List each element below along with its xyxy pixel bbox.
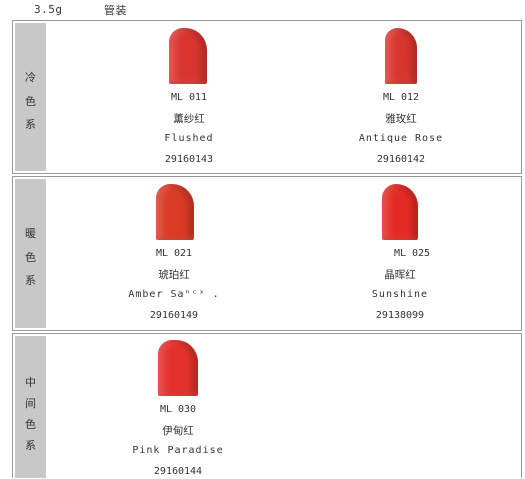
header-row: 3.5g 管装	[0, 0, 525, 20]
section-warm-tones: 暖 色 系 ML 021 琥珀红 Amber Saⁿᶜˣ . 29160149 …	[12, 176, 522, 331]
product-item: ML 021 琥珀红 Amber Saⁿᶜˣ . 29160149	[114, 177, 234, 327]
product-item: ML 025 晶晖红 Sunshine 29138099	[340, 177, 460, 327]
product-sku: 29160144	[153, 466, 203, 477]
product-name-en: Flushed	[164, 133, 214, 144]
product-item: ML 030 伊甸红 Pink Paradise 29160144	[118, 334, 238, 479]
section-side-label: 冷 色 系	[15, 23, 46, 171]
product-sku: 29138099	[375, 310, 425, 321]
side-label-char: 色	[25, 418, 36, 431]
product-item: ML 011 薰纱红 Flushed 29160143	[129, 21, 249, 171]
product-name-cn: 伊甸红	[162, 425, 194, 437]
lipstick-swatch-icon	[156, 184, 194, 240]
side-label-char: 系	[25, 118, 36, 131]
product-name-en: Sunshine	[371, 289, 429, 300]
lipstick-swatch-icon	[382, 184, 418, 240]
packaging-text: 管装	[104, 4, 127, 17]
side-label-char: 冷	[25, 71, 36, 84]
product-name-en: Pink Paradise	[132, 445, 224, 456]
side-label-char: 色	[25, 251, 36, 264]
side-label-char: 系	[25, 274, 36, 287]
product-name-cn: 晶晖红	[384, 269, 416, 281]
product-name-cn: 雅玫红	[385, 113, 417, 125]
section-side-label: 中 间 色 系	[15, 336, 46, 478]
product-sku: 29160143	[164, 154, 214, 165]
lipstick-swatch-icon	[385, 28, 417, 84]
side-label-char: 暖	[25, 227, 36, 240]
product-name-en: Amber Saⁿᶜˣ .	[128, 289, 220, 300]
product-item: ML 012 雅玫红 Antique Rose 29160142	[341, 21, 461, 171]
product-code: ML 012	[382, 92, 420, 103]
product-code: ML 030	[159, 404, 197, 415]
lipstick-swatch-icon	[169, 28, 207, 84]
side-label-char: 色	[25, 95, 36, 108]
section-side-label: 暖 色 系	[15, 179, 46, 328]
product-name-cn: 琥珀红	[158, 269, 190, 281]
section-neutral-tones: 中 间 色 系 ML 030 伊甸红 Pink Paradise 2916014…	[12, 333, 522, 478]
lipstick-swatch-icon	[158, 340, 198, 396]
side-label-char: 中	[25, 376, 36, 389]
product-sku: 29160149	[149, 310, 199, 321]
product-name-cn: 薰纱红	[173, 113, 205, 125]
side-label-char: 系	[25, 439, 36, 452]
product-code: ML 021	[155, 248, 193, 259]
section-cool-tones: 冷 色 系 ML 011 薰纱红 Flushed 29160143 ML 012…	[12, 20, 522, 174]
product-code: ML 025	[393, 248, 431, 259]
side-label-char: 间	[25, 397, 36, 410]
product-name-en: Antique Rose	[358, 133, 444, 144]
product-sku: 29160142	[376, 154, 426, 165]
weight-text: 3.5g	[34, 3, 63, 16]
product-code: ML 011	[170, 92, 208, 103]
